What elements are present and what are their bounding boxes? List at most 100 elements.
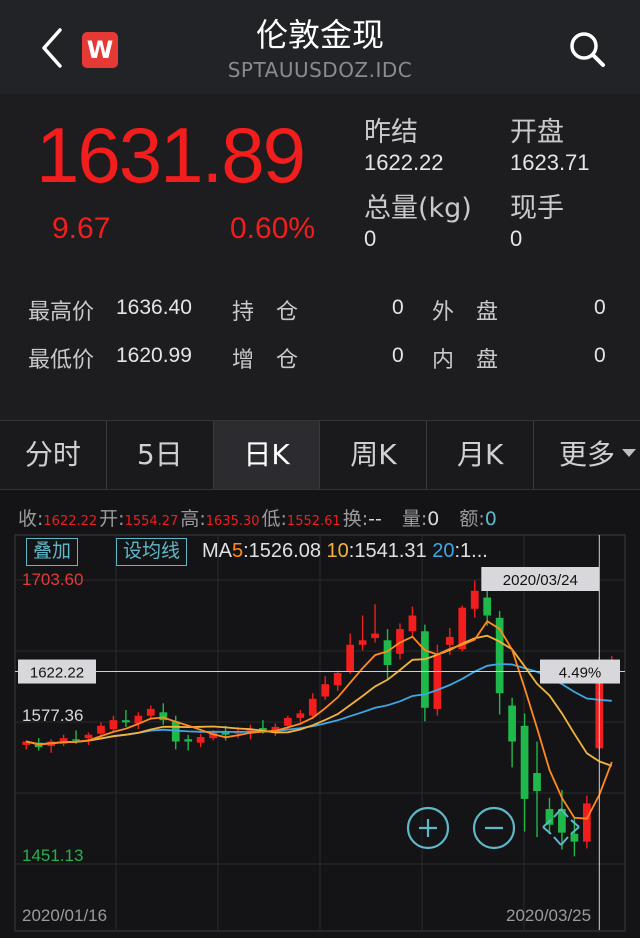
x-axis-start-label: 2020/01/16 xyxy=(22,906,108,925)
low-label: 最低价 xyxy=(28,348,95,373)
candle-body xyxy=(346,644,355,672)
y-axis-bottom-label: 1451.13 xyxy=(22,846,84,865)
search-button[interactable] xyxy=(566,28,610,72)
price-change-percent: 0.60% xyxy=(230,212,316,245)
y-axis-top-label: 1703.60 xyxy=(22,570,84,589)
candle-body xyxy=(84,734,93,739)
overlay-button[interactable]: 叠加 xyxy=(26,538,79,566)
candle-body xyxy=(445,636,454,645)
crosshair-price-label: 1622.22 xyxy=(30,665,84,682)
crosshair-pct-label: 4.49% xyxy=(559,665,602,682)
candle-info-row: 收:1622.22 开:1554.27 高:1635.30 低:1552.61 换:--… xyxy=(18,504,497,530)
volume-label: 总量(kg) xyxy=(364,193,472,224)
high-value: 1636.40 xyxy=(116,296,192,319)
hold-label: 持 仓 xyxy=(232,300,299,325)
ma5-value: :1526.08 xyxy=(243,540,321,562)
candle-body xyxy=(358,640,367,645)
candle-body xyxy=(371,633,379,639)
candle-body xyxy=(122,720,130,723)
tab-more[interactable]: 更多 xyxy=(534,421,640,489)
info-open-label: 开: xyxy=(99,508,125,530)
candle-body xyxy=(533,773,541,792)
candle-body xyxy=(221,732,230,735)
outer-value: 0 xyxy=(594,296,606,319)
x-axis-end-label: 2020/03/25 xyxy=(506,906,592,925)
ma20-period: 20 xyxy=(432,540,455,562)
info-turnover-label: 换: xyxy=(342,508,369,530)
info-high-label: 高: xyxy=(180,508,206,530)
ma-setting-button[interactable]: 设均线 xyxy=(116,538,188,566)
candle-body xyxy=(109,720,118,730)
price-change: 9.67 xyxy=(52,212,111,245)
instrument-code: SPTAUUSDOZ.IDC xyxy=(227,58,413,82)
info-low-label: 低: xyxy=(261,508,287,530)
tab-intraday[interactable]: 分时 xyxy=(0,421,107,489)
candle-body xyxy=(196,737,205,743)
info-open-value: 1554.27 xyxy=(124,514,179,529)
open-label: 开盘 xyxy=(510,117,564,148)
page-title: 伦敦金现 xyxy=(255,16,384,54)
outer-label: 外 盘 xyxy=(432,300,499,325)
inner-label: 内 盘 xyxy=(432,348,499,373)
candle-body xyxy=(570,833,579,842)
candle-body xyxy=(470,590,479,609)
candle-body xyxy=(520,725,529,799)
ma-prefix: MA xyxy=(202,540,232,562)
prev-settle-label: 昨结 xyxy=(364,117,418,148)
candle-body xyxy=(296,713,305,718)
hold-value: 0 xyxy=(392,296,404,319)
ma20-value: :1... xyxy=(454,540,488,562)
ma-legend: MA5:1526.08 10:1541.31 20:1... xyxy=(202,540,488,563)
info-amount-value: 0 xyxy=(484,508,497,530)
candle-body xyxy=(421,631,429,708)
crosshair-date-label: 2020/03/24 xyxy=(503,572,578,589)
candle-body xyxy=(184,739,193,742)
info-volume-label: 量: xyxy=(401,508,428,530)
candle-body xyxy=(433,654,442,709)
y-axis-mid-label: 1577.36 xyxy=(22,706,84,725)
candle-body xyxy=(333,672,342,686)
volume-value: 0 xyxy=(364,226,377,251)
low-value: 1620.99 xyxy=(116,344,192,367)
top-bar: W 伦敦金现 SPTAUUSDOZ.IDC xyxy=(0,0,640,94)
zoom-out-icon[interactable] xyxy=(472,806,516,850)
zoom-in-icon[interactable] xyxy=(406,806,450,850)
info-close-value: 1622.22 xyxy=(43,514,98,529)
ma10-period: 10 xyxy=(326,540,349,562)
info-low-value: 1552.61 xyxy=(286,514,341,529)
ma5-period: 5 xyxy=(232,540,244,562)
candle-body xyxy=(508,705,516,742)
candle-body xyxy=(146,708,155,716)
quote-panel: 1631.89 9.67 0.60% 昨结 1622.22 开盘 1623.71… xyxy=(0,94,640,420)
ma10-value: :1541.31 xyxy=(348,540,427,562)
tab-5day[interactable]: 5日 xyxy=(107,421,214,489)
high-label: 最高价 xyxy=(28,300,95,325)
candle-body xyxy=(582,803,591,842)
candle-body xyxy=(408,615,417,632)
current-hand-value: 0 xyxy=(510,226,523,251)
tab-daily-k[interactable]: 日K xyxy=(213,421,321,489)
tab-weekly-k[interactable]: 周K xyxy=(320,421,428,489)
candle-body xyxy=(283,717,292,726)
info-volume-value: 0 xyxy=(427,508,440,530)
candle-body xyxy=(97,725,105,734)
candle-body xyxy=(308,698,317,716)
inner-value: 0 xyxy=(594,344,606,367)
tab-more-label: 更多 xyxy=(559,438,616,471)
info-high-value: 1635.30 xyxy=(205,514,260,529)
tab-monthly-k[interactable]: 月K xyxy=(427,421,535,489)
app-screen: W 伦敦金现 SPTAUUSDOZ.IDC 1631.89 9.67 0.60%… xyxy=(0,0,640,938)
candle-body xyxy=(483,597,492,616)
dropdown-arrow-icon xyxy=(621,449,636,457)
current-hand-label: 现手 xyxy=(510,193,564,224)
open-value: 1623.71 xyxy=(510,150,590,175)
info-amount-label: 额: xyxy=(459,508,485,530)
add-value: 0 xyxy=(392,344,404,367)
add-label: 增 仓 xyxy=(232,348,299,373)
search-icon xyxy=(570,32,605,67)
drag-arrow-stroke xyxy=(553,836,569,846)
last-price: 1631.89 xyxy=(36,111,306,199)
period-tabs: 分时 5日 日K 周K 月K 更多 xyxy=(0,420,640,490)
candlestick-chart[interactable]: 2020/03/24 1622.22 4.49% xyxy=(14,534,626,938)
candle-body xyxy=(321,684,330,697)
